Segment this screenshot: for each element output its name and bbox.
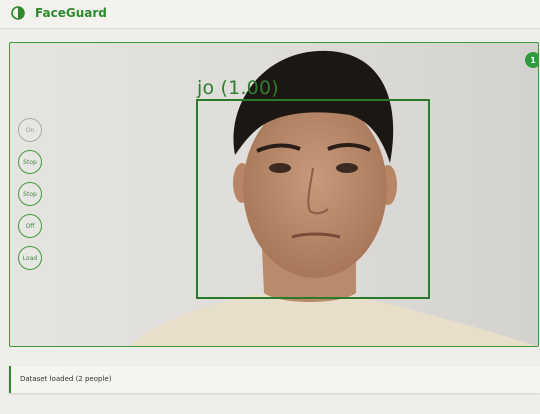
status-bar: Dataset loaded (2 people) <box>9 366 540 393</box>
face-count-badge: 1 <box>525 52 538 68</box>
stop-button-secondary[interactable]: Stop <box>18 182 42 206</box>
camera-on-button[interactable]: On <box>18 118 42 142</box>
status-message: Dataset loaded (2 people) <box>20 375 112 383</box>
app-title: FaceGuard <box>35 6 107 20</box>
face-detection-label: jo (1.00) <box>197 77 279 99</box>
half-circle-icon <box>11 6 25 20</box>
camera-off-button[interactable]: Off <box>18 214 42 238</box>
face-detection-box <box>196 99 430 299</box>
app-header: FaceGuard <box>0 0 540 29</box>
stop-button[interactable]: Stop <box>18 150 42 174</box>
camera-viewer: jo (1.00) 1 On Stop Stop Off Load <box>9 42 539 347</box>
load-dataset-button[interactable]: Load <box>18 246 42 270</box>
